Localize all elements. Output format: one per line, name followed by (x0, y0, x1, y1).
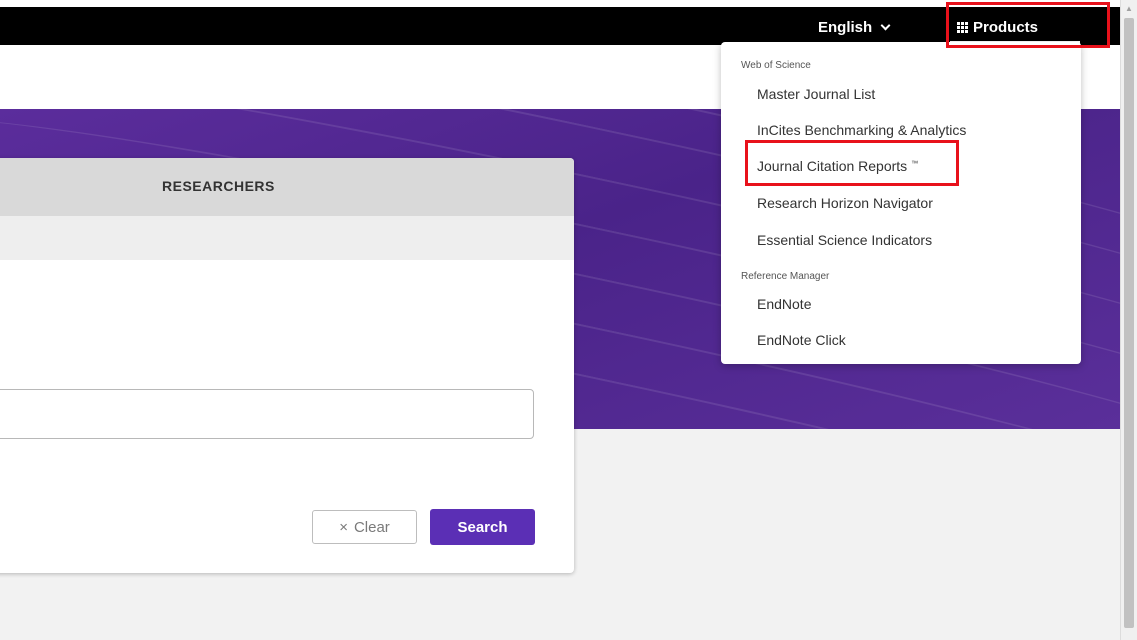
products-label: Products (973, 19, 1039, 36)
menu-item-master-journal-list[interactable]: Master Journal List (757, 86, 875, 102)
menu-item-endnote-click[interactable]: EndNote Click (757, 332, 846, 348)
menu-item-journal-citation-reports[interactable]: Journal Citation Reports ™ (757, 158, 918, 174)
search-tabs: RESEARCHERS (0, 158, 574, 216)
search-card: RESEARCHERS × Clear Search (0, 158, 574, 573)
search-input[interactable] (0, 389, 534, 439)
menu-item-research-horizon-navigator[interactable]: Research Horizon Navigator (757, 195, 933, 211)
language-label: English (818, 19, 873, 36)
clear-label: Clear (353, 518, 390, 536)
section-header-web-of-science: Web of Science (741, 60, 811, 71)
menu-item-endnote[interactable]: EndNote (757, 296, 811, 312)
menu-item-incites[interactable]: InCites Benchmarking & Analytics (757, 122, 966, 138)
chevron-down-icon (880, 20, 891, 31)
tab-researchers[interactable]: RESEARCHERS (162, 178, 275, 194)
close-icon: × (339, 518, 348, 536)
search-button[interactable]: Search (430, 509, 535, 545)
section-header-reference-manager: Reference Manager (741, 271, 830, 282)
search-subtabs (0, 216, 574, 260)
products-dropdown: Web of Science Master Journal List InCit… (721, 42, 1081, 364)
grid-icon (957, 22, 968, 33)
trademark-symbol: ™ (911, 160, 919, 168)
scroll-up-icon[interactable]: ▲ (1125, 4, 1133, 13)
menu-item-label: Journal Citation Reports (757, 158, 908, 174)
top-navigation-bar (0, 7, 1120, 45)
vertical-scrollbar[interactable]: ▲ (1120, 0, 1137, 640)
search-label: Search (457, 518, 508, 536)
clear-button[interactable]: × Clear (312, 510, 417, 544)
menu-item-essential-science-indicators[interactable]: Essential Science Indicators (757, 232, 932, 248)
language-selector[interactable]: English (818, 19, 891, 36)
scrollbar-thumb[interactable] (1124, 18, 1134, 628)
products-menu-button[interactable]: Products (957, 19, 1038, 36)
